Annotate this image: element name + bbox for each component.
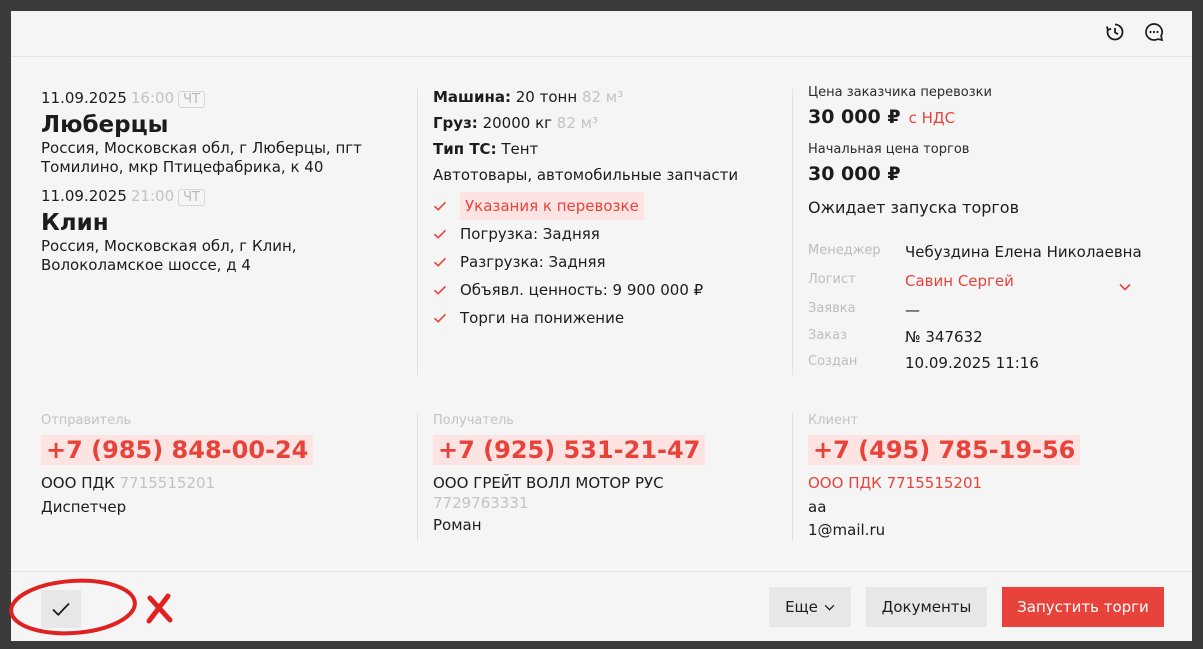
- annotation-overlay: [9, 578, 173, 636]
- annotation-cross: [146, 593, 173, 624]
- annotation-circle: [9, 578, 137, 636]
